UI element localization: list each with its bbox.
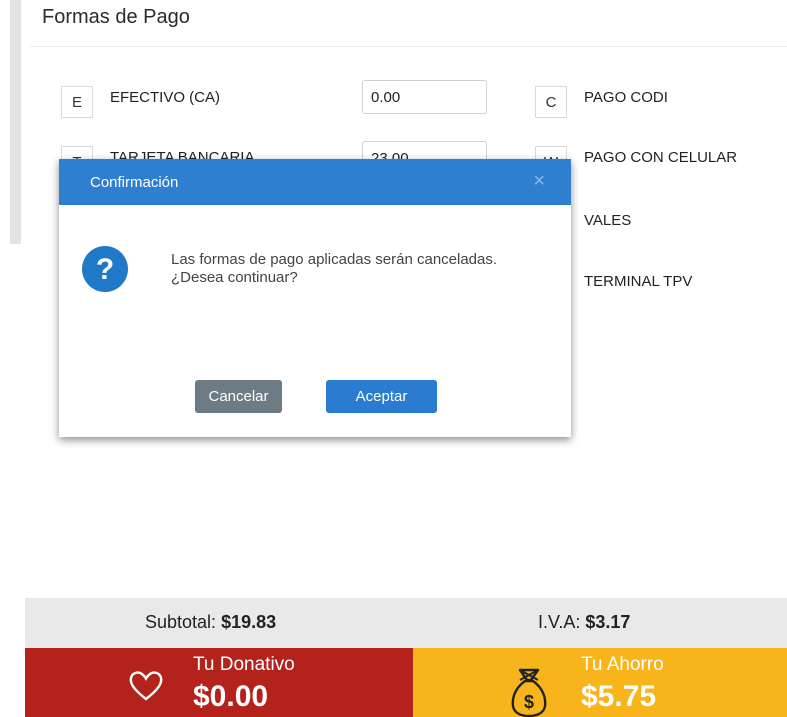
payment-label-terminal-tpv: TERMINAL TPV <box>584 273 693 290</box>
savings-label: Tu Ahorro <box>581 654 664 675</box>
iva-label: I.V.A: <box>538 612 581 632</box>
cancel-button[interactable]: Cancelar <box>195 380 282 413</box>
left-rail <box>10 0 21 244</box>
payment-label-efectivo: EFECTIVO (CA) <box>110 89 221 106</box>
payment-label-celular: PAGO CON CELULAR <box>584 149 738 166</box>
accept-button[interactable]: Aceptar <box>326 380 437 413</box>
payment-key-codi[interactable]: C <box>535 86 567 118</box>
dialog-title: Confirmación <box>90 174 179 191</box>
dialog-header: Confirmación × <box>59 159 571 205</box>
dialog-message: Las formas de pago aplicadas serán cance… <box>171 251 497 287</box>
heart-icon <box>129 671 163 701</box>
svg-text:$: $ <box>524 692 534 712</box>
close-icon[interactable]: × <box>533 170 545 193</box>
iva-value: $3.17 <box>585 612 631 632</box>
savings-value: $5.75 <box>581 680 657 713</box>
svg-text:?: ? <box>96 253 114 286</box>
efectivo-amount-input[interactable] <box>362 80 487 114</box>
donation-value: $0.00 <box>193 680 269 713</box>
page-title: Formas de Pago <box>42 6 190 28</box>
subtotal-label: Subtotal: <box>145 612 217 632</box>
savings-card: $ Tu Ahorro $5.75 <box>413 648 787 717</box>
donation-card[interactable]: Tu Donativo $0.00 <box>25 648 413 717</box>
title-divider <box>30 46 787 47</box>
iva: I.V.A: $3.17 <box>538 612 630 633</box>
payment-label-vales: VALES <box>584 212 632 229</box>
dialog-message-line1: Las formas de pago aplicadas serán cance… <box>171 251 498 268</box>
dialog-message-line2: ¿Desea continuar? <box>171 269 298 286</box>
subtotal-value: $19.83 <box>221 612 277 632</box>
totals-bar: Subtotal: $19.83 I.V.A: $3.17 <box>25 598 787 648</box>
donation-label: Tu Donativo <box>193 654 295 675</box>
subtotal: Subtotal: $19.83 <box>145 612 276 633</box>
money-bag-icon: $ <box>511 668 547 717</box>
payment-label-codi: PAGO CODI <box>584 89 668 106</box>
confirmation-dialog: Confirmación × ? Las formas de pago apli… <box>59 159 571 437</box>
payment-key-efectivo[interactable]: E <box>61 86 93 118</box>
question-icon: ? <box>82 246 128 292</box>
